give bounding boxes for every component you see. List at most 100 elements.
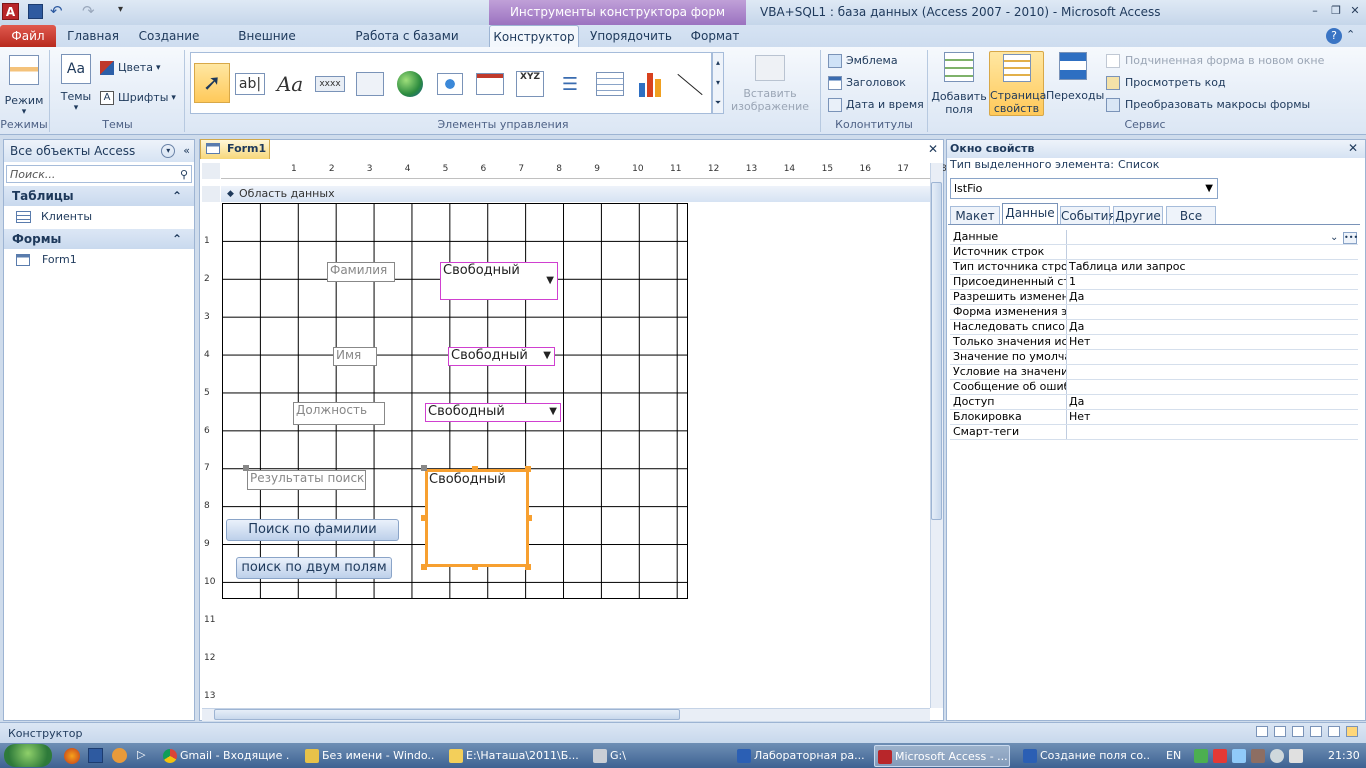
- label-surname[interactable]: Фамилия: [327, 262, 395, 282]
- nav-search-box[interactable]: Поиск... ⚲: [6, 165, 192, 183]
- taskbar-item-explorer[interactable]: E:\Наташа\2011\Б...: [446, 745, 578, 767]
- taskbar-item-word-lab[interactable]: Лабораторная ра...: [734, 745, 864, 767]
- navigation-control-icon[interactable]: [473, 67, 507, 101]
- property-sheet-button[interactable]: Страница свойств: [989, 51, 1046, 116]
- close-button[interactable]: ✕: [1345, 3, 1365, 19]
- property-value[interactable]: Таблица или запрос: [1067, 260, 1358, 274]
- tray-icon[interactable]: [1270, 749, 1284, 763]
- property-value[interactable]: Да: [1067, 320, 1358, 334]
- save-icon[interactable]: [28, 4, 43, 19]
- property-row[interactable]: Тип источника строк Таблица или запрос: [950, 260, 1358, 275]
- datasheet-view-icon[interactable]: [1274, 726, 1286, 737]
- property-value[interactable]: [1067, 230, 1358, 244]
- prop-tab-events[interactable]: События: [1060, 206, 1116, 224]
- property-row[interactable]: Блокировка Нет: [950, 410, 1358, 425]
- property-row[interactable]: Данные: [950, 230, 1358, 245]
- label-search-results[interactable]: Результаты поиска: [247, 470, 366, 490]
- taskbar-expand-icon[interactable]: ▷: [137, 748, 145, 761]
- qat-customize-icon[interactable]: ▾: [118, 4, 123, 15]
- fonts-button[interactable]: A Шрифты ▾: [100, 88, 176, 108]
- taskbar-item-access[interactable]: Microsoft Access - ...: [874, 745, 1010, 767]
- tab-arrange[interactable]: Упорядочить: [584, 25, 678, 47]
- property-value[interactable]: 1: [1067, 275, 1358, 289]
- tab-create[interactable]: Создание: [134, 25, 204, 47]
- tray-icon[interactable]: [1232, 749, 1246, 763]
- subform-new-window-button[interactable]: Подчиненная форма в новом окне: [1106, 51, 1324, 71]
- tab-designer[interactable]: Конструктор: [489, 25, 579, 47]
- access-app-icon[interactable]: A: [2, 3, 19, 20]
- logo-button[interactable]: Эмблема: [828, 51, 898, 71]
- transitions-button[interactable]: Переходы: [1046, 52, 1104, 116]
- layout-view-icon[interactable]: [1328, 726, 1340, 737]
- form-view-icon[interactable]: [1256, 726, 1268, 737]
- nav-collapse-icon[interactable]: «: [183, 140, 190, 162]
- prop-tab-other[interactable]: Другие: [1113, 206, 1163, 224]
- property-row[interactable]: Присоединенный столбец1: [950, 275, 1358, 290]
- tab-format[interactable]: Формат: [684, 25, 746, 47]
- gallery-scroll[interactable]: ▴ ▾ ⏷: [712, 52, 724, 114]
- redo-icon[interactable]: ↷: [82, 2, 95, 20]
- tab-database-tools[interactable]: Работа с базами данных: [332, 25, 482, 65]
- pivot-chart-view-icon[interactable]: [1310, 726, 1322, 737]
- nav-item-clients[interactable]: Клиенты: [4, 206, 194, 228]
- property-value[interactable]: [1067, 380, 1358, 394]
- line-control-icon[interactable]: [673, 67, 707, 101]
- taskbar-item-drive[interactable]: G:\: [590, 745, 720, 767]
- firefox-icon[interactable]: [64, 748, 80, 764]
- property-row[interactable]: Смарт-теги: [950, 425, 1358, 440]
- tab-home[interactable]: Главная: [62, 25, 124, 47]
- property-value[interactable]: [1067, 245, 1358, 259]
- pivot-table-view-icon[interactable]: [1292, 726, 1304, 737]
- resize-handle[interactable]: [421, 564, 427, 570]
- mode-button[interactable]: Режим ▾: [3, 52, 45, 117]
- colors-button[interactable]: Цвета ▾: [100, 58, 160, 78]
- property-value[interactable]: Нет: [1067, 335, 1358, 349]
- property-row[interactable]: Доступ Да: [950, 395, 1358, 410]
- property-sheet-close-icon[interactable]: ✕: [1348, 141, 1358, 155]
- minimize-button[interactable]: –: [1305, 3, 1325, 19]
- label-position[interactable]: Должность: [293, 402, 385, 425]
- tab-control-icon[interactable]: [353, 67, 387, 101]
- listbox-lstfio[interactable]: Свободный: [425, 469, 529, 567]
- property-value[interactable]: Да: [1067, 290, 1358, 304]
- add-fields-button[interactable]: Добавить поля: [930, 52, 988, 116]
- resize-handle[interactable]: [525, 564, 531, 570]
- convert-macros-button[interactable]: Преобразовать макросы формы: [1106, 95, 1310, 115]
- themes-button[interactable]: Aa Темы ▾: [57, 52, 95, 116]
- resize-handle[interactable]: [525, 466, 531, 472]
- help-icon[interactable]: ?: [1326, 28, 1342, 44]
- app-icon[interactable]: [112, 748, 127, 763]
- tray-icon[interactable]: [1213, 749, 1227, 763]
- clock[interactable]: 21:30: [1328, 749, 1360, 762]
- restore-button[interactable]: ❐: [1326, 3, 1346, 19]
- property-row[interactable]: Источник строк: [950, 245, 1358, 260]
- resize-handle[interactable]: [472, 564, 478, 570]
- volume-icon[interactable]: [1289, 749, 1303, 763]
- undo-icon[interactable]: ↶: [50, 2, 63, 20]
- nav-section-tables[interactable]: Таблицы ⌃: [4, 186, 194, 206]
- chart-control-icon[interactable]: [633, 67, 667, 101]
- tray-icon[interactable]: [1194, 749, 1208, 763]
- start-button[interactable]: [4, 744, 52, 767]
- scroll-thumb[interactable]: [931, 182, 942, 520]
- combo-name[interactable]: Свободный ▼: [448, 347, 555, 366]
- view-code-button[interactable]: Просмотреть код: [1106, 73, 1226, 93]
- button-control-icon[interactable]: xxxx: [313, 67, 347, 101]
- property-row[interactable]: Сообщение об ошибке: [950, 380, 1358, 395]
- date-time-button[interactable]: Дата и время: [828, 95, 924, 115]
- search-by-two-fields-button[interactable]: поиск по двум полям: [236, 557, 392, 579]
- tray-icon[interactable]: [1251, 749, 1265, 763]
- label-name[interactable]: Имя: [333, 347, 377, 366]
- property-value[interactable]: [1067, 365, 1358, 379]
- prop-tab-all[interactable]: Все: [1166, 206, 1216, 224]
- hscroll-thumb[interactable]: [214, 709, 680, 720]
- tab-file[interactable]: Файл: [0, 25, 56, 47]
- resize-handle[interactable]: [472, 466, 478, 472]
- close-document-icon[interactable]: ✕: [928, 142, 938, 156]
- nav-search-input[interactable]: Поиск...: [10, 168, 55, 181]
- taskbar-item-gmail[interactable]: Gmail - Входящие ...: [160, 745, 290, 767]
- option-group-icon[interactable]: XYZ: [513, 67, 547, 101]
- property-row[interactable]: Условие на значение: [950, 365, 1358, 380]
- combo-position[interactable]: Свободный ▼: [425, 403, 561, 422]
- property-value[interactable]: [1067, 425, 1358, 439]
